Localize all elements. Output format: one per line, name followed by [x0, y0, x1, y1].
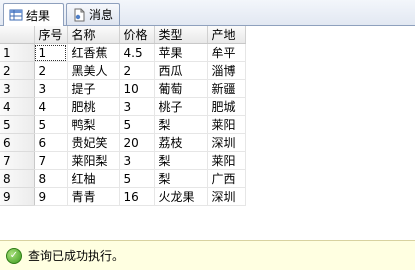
cell-id[interactable]: 2 [34, 61, 68, 80]
cell-id[interactable]: 6 [34, 133, 68, 152]
cell-type[interactable]: 梨 [154, 169, 208, 188]
row-number[interactable]: 8 [0, 169, 35, 188]
row-number[interactable]: 7 [0, 151, 35, 170]
cell-type[interactable]: 桃子 [154, 97, 208, 116]
tab-messages-label: 消息 [89, 8, 114, 22]
cell-name[interactable]: 鸭梨 [67, 115, 120, 134]
query-status-bar: ✓ 查询已成功执行。 [0, 240, 415, 270]
table-row[interactable]: 2 2 黑美人 2 西瓜 淄博 [0, 61, 246, 80]
cell-id[interactable]: 3 [34, 79, 68, 98]
row-number[interactable]: 6 [0, 133, 35, 152]
cell-price[interactable]: 3 [119, 97, 155, 116]
tab-messages[interactable]: 消息 [66, 3, 120, 25]
cell-type[interactable]: 梨 [154, 115, 208, 134]
cell-id[interactable]: 9 [34, 187, 68, 206]
results-tabbar: 结果 消息 [0, 0, 415, 26]
cell-origin[interactable]: 广西 [207, 169, 246, 188]
table-row[interactable]: 3 3 提子 10 葡萄 新疆 [0, 79, 246, 98]
table-row[interactable]: 8 8 红柚 5 梨 广西 [0, 169, 246, 188]
cell-price[interactable]: 10 [119, 79, 155, 98]
row-number[interactable]: 2 [0, 61, 35, 80]
cell-id[interactable]: 1 [34, 43, 68, 62]
cell-price[interactable]: 3 [119, 151, 155, 170]
cell-type[interactable]: 西瓜 [154, 61, 208, 80]
success-check-icon: ✓ [6, 247, 22, 264]
results-table: 序号 名称 价格 类型 产地 1 1 红香蕉 4.5 苹果 牟平 2 2 黑美人… [0, 26, 246, 206]
cell-name[interactable]: 黑美人 [67, 61, 120, 80]
cell-type[interactable]: 梨 [154, 151, 208, 170]
tab-results-label: 结果 [26, 8, 51, 23]
cell-price[interactable]: 20 [119, 133, 155, 152]
cell-name[interactable]: 红柚 [67, 169, 120, 188]
cell-name[interactable]: 肥桃 [67, 97, 120, 116]
column-header-name[interactable]: 名称 [67, 26, 120, 44]
cell-origin[interactable]: 莱阳 [207, 151, 246, 170]
cell-type[interactable]: 葡萄 [154, 79, 208, 98]
cell-name[interactable]: 贵妃笑 [67, 133, 120, 152]
grid-icon [9, 8, 23, 22]
table-row[interactable]: 7 7 莱阳梨 3 梨 莱阳 [0, 151, 246, 170]
row-number[interactable]: 9 [0, 187, 35, 206]
table-row[interactable]: 6 6 贵妃笑 20 荔枝 深圳 [0, 133, 246, 152]
status-message: 查询已成功执行。 [28, 249, 125, 263]
cell-type[interactable]: 火龙果 [154, 187, 208, 206]
cell-origin[interactable]: 肥城 [207, 97, 246, 116]
tab-results[interactable]: 结果 [3, 3, 64, 26]
table-row[interactable]: 5 5 鸭梨 5 梨 莱阳 [0, 115, 246, 134]
results-grid[interactable]: 序号 名称 价格 类型 产地 1 1 红香蕉 4.5 苹果 牟平 2 2 黑美人… [0, 26, 415, 240]
cell-origin[interactable]: 新疆 [207, 79, 246, 98]
column-header-type[interactable]: 类型 [154, 26, 208, 44]
cell-name[interactable]: 提子 [67, 79, 120, 98]
cell-type[interactable]: 荔枝 [154, 133, 208, 152]
messages-icon [72, 8, 86, 22]
cell-price[interactable]: 16 [119, 187, 155, 206]
cell-origin[interactable]: 淄博 [207, 61, 246, 80]
cell-name[interactable]: 红香蕉 [67, 43, 120, 62]
cell-origin[interactable]: 莱阳 [207, 115, 246, 134]
cell-origin[interactable]: 深圳 [207, 133, 246, 152]
table-row[interactable]: 4 4 肥桃 3 桃子 肥城 [0, 97, 246, 116]
grid-body: 1 1 红香蕉 4.5 苹果 牟平 2 2 黑美人 2 西瓜 淄博 3 3 提子… [0, 43, 246, 206]
cell-origin[interactable]: 牟平 [207, 43, 246, 62]
cell-id[interactable]: 8 [34, 169, 68, 188]
cell-id[interactable]: 5 [34, 115, 68, 134]
cell-price[interactable]: 5 [119, 115, 155, 134]
cell-type[interactable]: 苹果 [154, 43, 208, 62]
cell-name[interactable]: 莱阳梨 [67, 151, 120, 170]
row-number[interactable]: 3 [0, 79, 35, 98]
table-row[interactable]: 9 9 青青 16 火龙果 深圳 [0, 187, 246, 206]
row-number[interactable]: 5 [0, 115, 35, 134]
grid-corner-cell[interactable] [0, 26, 35, 44]
cell-name[interactable]: 青青 [67, 187, 120, 206]
row-number[interactable]: 1 [0, 43, 35, 62]
cell-price[interactable]: 2 [119, 61, 155, 80]
column-header-id[interactable]: 序号 [34, 26, 68, 44]
column-header-origin[interactable]: 产地 [207, 26, 246, 44]
grid-header-row: 序号 名称 价格 类型 产地 [0, 26, 246, 44]
cell-id[interactable]: 4 [34, 97, 68, 116]
row-number[interactable]: 4 [0, 97, 35, 116]
cell-origin[interactable]: 深圳 [207, 187, 246, 206]
cell-price[interactable]: 4.5 [119, 43, 155, 62]
column-header-price[interactable]: 价格 [119, 26, 155, 44]
table-row[interactable]: 1 1 红香蕉 4.5 苹果 牟平 [0, 43, 246, 62]
cell-id[interactable]: 7 [34, 151, 68, 170]
cell-price[interactable]: 5 [119, 169, 155, 188]
